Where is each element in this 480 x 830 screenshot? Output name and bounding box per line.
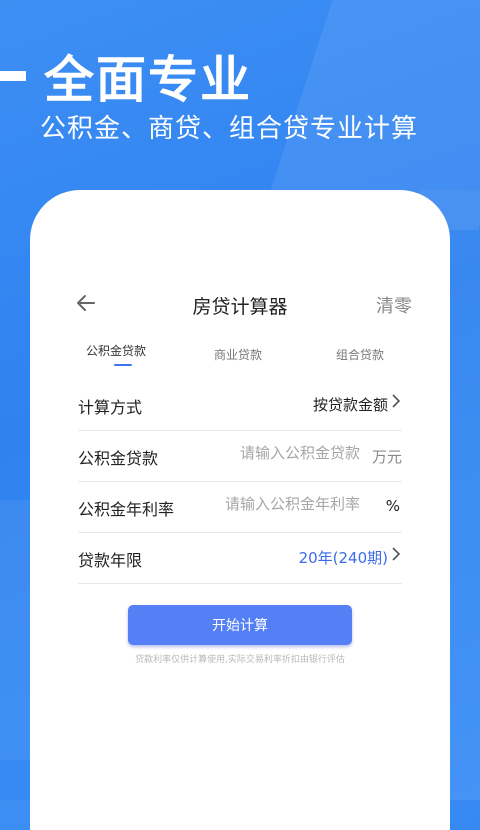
loan-term-label: 贷款年限 bbox=[78, 551, 143, 570]
annual-rate-row: 公积金年利率 % bbox=[78, 482, 402, 533]
disclaimer-text: 贷款利率仅供计算使用,实际交易利率折扣由银行评估 bbox=[135, 655, 345, 665]
tab-indicator bbox=[114, 364, 132, 366]
calc-method-label: 计算方式 bbox=[78, 398, 143, 417]
loan-term-row[interactable]: 贷款年限 20年(240期) bbox=[78, 533, 402, 584]
loan-amount-label: 公积金贷款 bbox=[78, 449, 159, 468]
start-calculation-button[interactable]: 开始计算 bbox=[128, 605, 352, 645]
loan-type-tabs: 公积金贷款 商业贷款 组合贷款 bbox=[78, 342, 402, 372]
annual-rate-unit: % bbox=[385, 497, 400, 515]
loan-form: 计算方式 按贷款金额 公积金贷款 万元 公积金年利率 % 贷款年限 20年(24… bbox=[78, 380, 402, 584]
calculator-screen: 房贷计算器 清零 公积金贷款 商业贷款 组合贷款 计算方式 按贷款金额 公积金贷… bbox=[77, 190, 412, 830]
chevron-right-icon bbox=[392, 394, 401, 412]
page-title: 房贷计算器 bbox=[192, 296, 288, 318]
loan-amount-row: 公积金贷款 万元 bbox=[78, 431, 402, 482]
tab-commercial-loan[interactable]: 商业贷款 bbox=[214, 346, 262, 363]
hero-accent-bar bbox=[0, 71, 26, 81]
nav-bar: 房贷计算器 清零 bbox=[77, 290, 412, 320]
tab-combined-loan[interactable]: 组合贷款 bbox=[336, 346, 384, 363]
calc-method-value: 按贷款金额 bbox=[312, 396, 388, 414]
chevron-right-icon bbox=[392, 547, 401, 565]
annual-rate-input[interactable] bbox=[198, 494, 362, 514]
annual-rate-label: 公积金年利率 bbox=[78, 500, 175, 519]
loan-term-value: 20年(240期) bbox=[298, 549, 388, 567]
tab-provident-fund-loan[interactable]: 公积金贷款 bbox=[86, 342, 146, 359]
loan-amount-input[interactable] bbox=[208, 443, 362, 463]
clear-button[interactable]: 清零 bbox=[376, 292, 412, 318]
calc-method-row[interactable]: 计算方式 按贷款金额 bbox=[78, 380, 402, 431]
hero-subtitle: 公积金、商贷、组合贷专业计算 bbox=[40, 114, 419, 144]
loan-amount-unit: 万元 bbox=[371, 448, 402, 466]
phone-mockup: 房贷计算器 清零 公积金贷款 商业贷款 组合贷款 计算方式 按贷款金额 公积金贷… bbox=[30, 190, 450, 830]
hero-title: 全面专业 bbox=[44, 51, 252, 109]
